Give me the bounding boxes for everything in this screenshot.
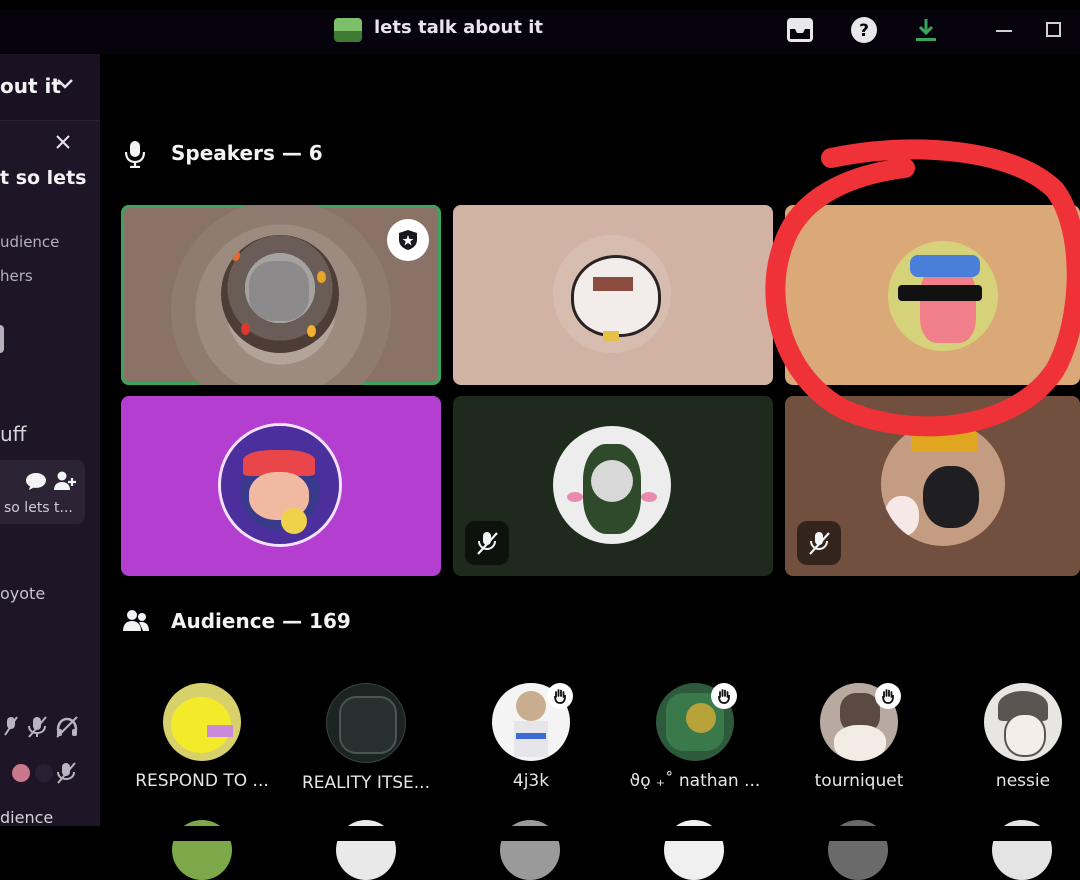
- window-title: lets talk about it: [374, 17, 543, 38]
- audience-icon: [122, 608, 150, 638]
- add-user-icon[interactable]: [53, 470, 77, 496]
- speaker-tile[interactable]: [121, 396, 441, 576]
- raised-hand-icon: [547, 683, 573, 709]
- audience-member[interactable]: tourniquet: [779, 683, 939, 791]
- speaker-tile[interactable]: [453, 205, 773, 385]
- member-name: tourniquet: [814, 771, 904, 791]
- stage-topic: t so lets: [0, 167, 87, 189]
- avatar: [163, 683, 241, 761]
- avatar: [221, 235, 339, 353]
- sidebar-user-name[interactable]: oyote: [0, 584, 45, 603]
- avatar: [35, 764, 53, 782]
- moderator-shield-icon: [387, 219, 429, 261]
- audience-member[interactable]: ϑǫ ₊˚ nathan ...: [615, 683, 775, 791]
- audience-member[interactable]: REALITY ITSE...: [286, 683, 446, 793]
- close-icon[interactable]: [55, 134, 71, 154]
- avatar: [326, 683, 406, 763]
- avatar: [984, 683, 1062, 761]
- raised-hand-icon: [711, 683, 737, 709]
- deafened-icon: [55, 716, 79, 742]
- card-topic: so lets t...: [4, 500, 73, 516]
- audience-member[interactable]: nessie: [943, 683, 1080, 791]
- speaker-tile[interactable]: [121, 205, 441, 385]
- muted-mic-icon: [4, 715, 18, 741]
- chevron-down-icon[interactable]: [56, 76, 74, 95]
- sidebar-audience-label: dience: [0, 808, 54, 827]
- microphone-icon: [124, 140, 146, 172]
- member-name: RESPOND TO ...: [135, 771, 269, 791]
- muted-mic-icon: [26, 716, 48, 742]
- muted-mic-icon: [465, 521, 509, 565]
- svg-text:?: ?: [859, 21, 869, 41]
- speaker-tile[interactable]: [785, 205, 1080, 385]
- speaker-tile[interactable]: [785, 396, 1080, 576]
- chat-bubble-icon[interactable]: [25, 471, 47, 495]
- help-icon[interactable]: ?: [850, 16, 878, 44]
- download-icon[interactable]: [912, 16, 940, 44]
- member-name: 4j3k: [512, 771, 550, 791]
- maximize-icon[interactable]: [1040, 16, 1068, 44]
- member-name: nessie: [995, 771, 1051, 791]
- speaker-tile[interactable]: [453, 396, 773, 576]
- member-name: ϑǫ ₊˚ nathan ...: [629, 771, 761, 791]
- speakers-header: Speakers — 6: [171, 141, 323, 165]
- category-label[interactable]: uff: [0, 422, 26, 446]
- audience-member[interactable]: 4j3k: [451, 683, 611, 791]
- scroll-marker: [0, 325, 4, 353]
- minimize-icon[interactable]: [990, 16, 1018, 44]
- bottom-edge: [0, 826, 1080, 841]
- audience-member[interactable]: RESPOND TO ...: [122, 683, 282, 791]
- server-icon: [334, 18, 362, 42]
- audience-label: udience: [0, 233, 60, 251]
- avatar: [553, 426, 671, 544]
- avatar: [888, 241, 998, 351]
- avatar: [12, 764, 30, 782]
- others-label: hers: [0, 267, 33, 285]
- avatar: [553, 235, 671, 353]
- server-name: out it: [0, 74, 61, 98]
- muted-mic-icon: [797, 521, 841, 565]
- avatar: [221, 426, 339, 544]
- raised-hand-icon: [875, 683, 901, 709]
- muted-mic-icon: [55, 762, 77, 788]
- audience-header: Audience — 169: [171, 609, 351, 633]
- inbox-icon[interactable]: [786, 16, 814, 44]
- avatar: [881, 422, 1005, 546]
- member-name: REALITY ITSE...: [302, 773, 430, 793]
